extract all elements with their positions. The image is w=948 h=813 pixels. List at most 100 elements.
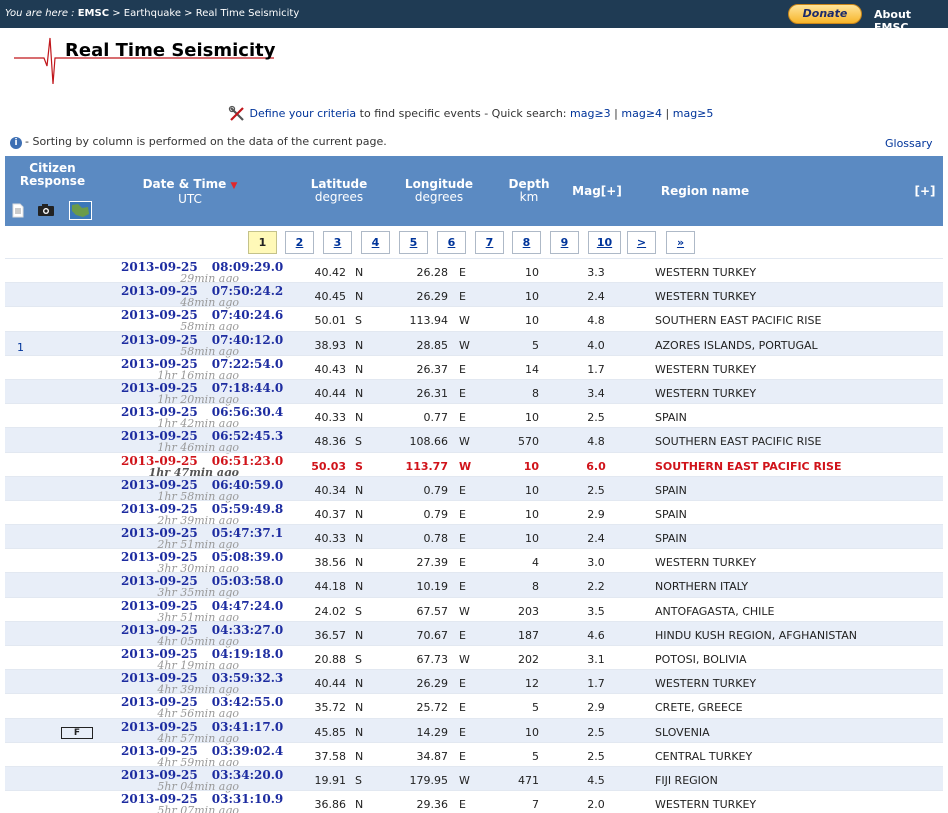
- event-depth: 5: [532, 749, 539, 763]
- event-latitude: 40.37: [314, 507, 347, 521]
- event-row[interactable]: 2013-09-25 04:19:18.0 4hr 19min ago 20.88 S 6…: [5, 645, 943, 672]
- page-button-4[interactable]: 4: [361, 231, 390, 254]
- col-depth[interactable]: Depth km: [503, 178, 555, 204]
- event-row[interactable]: 2013-09-25 05:08:39.0 3hr 30min ago 38.56 N 2…: [5, 548, 943, 575]
- event-lon-hemisphere: E: [459, 677, 466, 691]
- about-emsc-link[interactable]: About EMSC: [874, 8, 948, 34]
- event-magnitude: 1.7: [587, 362, 605, 376]
- event-row[interactable]: 2013-09-25 07:18:44.0 1hr 20min ago 40.44 N 2…: [5, 378, 943, 406]
- event-depth: 4: [532, 556, 539, 570]
- event-row[interactable]: 2013-09-25 07:40:24.6 58min ago 50.01 S 113.9…: [5, 306, 943, 333]
- event-latitude: 40.34: [314, 483, 347, 497]
- event-row[interactable]: 2013-09-25 06:51:23.0 1hr 47min ago 50.03 S 1…: [5, 451, 943, 479]
- event-depth: 7: [532, 798, 539, 812]
- citizen-response-count[interactable]: 1: [17, 341, 24, 354]
- col-longitude[interactable]: Longitude degrees: [397, 178, 481, 204]
- event-row[interactable]: 2013-09-25 07:22:54.0 1hr 16min ago 40.43 N 2…: [5, 354, 943, 382]
- quick-search-mag5[interactable]: mag≥5: [673, 107, 714, 120]
- event-lat-hemisphere: N: [355, 532, 364, 546]
- event-row[interactable]: F 2013-09-25 03:41:17.0 4hr 57min ago 45.85 N…: [5, 717, 943, 745]
- event-row[interactable]: 2013-09-25 05:47:37.1 2hr 51min ago 40.33 N 0…: [5, 524, 943, 551]
- page-button-6[interactable]: 6: [437, 231, 466, 254]
- page-logo: Real Time Seismicity: [14, 36, 276, 86]
- event-row[interactable]: 1 2013-09-25 07:40:12.0 58min ago 38.93 N 28.8…: [5, 330, 943, 358]
- event-region: CENTRAL TURKEY: [655, 749, 753, 763]
- event-depth: 10: [525, 725, 539, 739]
- page-button-7[interactable]: 7: [475, 231, 504, 254]
- event-latitude: 19.91: [314, 773, 347, 787]
- event-lon-hemisphere: E: [459, 483, 466, 497]
- event-longitude: 108.66: [409, 435, 449, 449]
- event-latitude: 40.44: [314, 386, 347, 400]
- col-citizen-response[interactable]: Citizen Response: [15, 162, 90, 188]
- col-utc-label: UTC: [178, 192, 202, 206]
- col-magnitude[interactable]: Mag[+]: [567, 185, 627, 198]
- event-depth: 14: [525, 362, 539, 376]
- event-magnitude: 2.4: [587, 532, 605, 546]
- event-magnitude: 4.8: [587, 435, 605, 449]
- event-region: WESTERN TURKEY: [655, 798, 757, 812]
- page-button-10[interactable]: 10: [588, 231, 621, 254]
- event-row[interactable]: 2013-09-25 06:52:45.3 1hr 46min ago 48.36 S 1…: [5, 427, 943, 454]
- event-magnitude: 1.7: [587, 677, 605, 691]
- event-row[interactable]: 2013-09-25 04:33:27.0 4hr 05min ago 36.57 N 7…: [5, 620, 943, 648]
- felt-report-badge[interactable]: F: [61, 726, 93, 739]
- event-row[interactable]: 2013-09-25 03:39:02.4 4hr 59min ago 37.58 N 3…: [5, 741, 943, 769]
- page-button-3[interactable]: 3: [323, 231, 352, 254]
- breadcrumb-trail[interactable]: > Earthquake > Real Time Seismicity: [109, 8, 299, 19]
- page-button-12[interactable]: »: [666, 231, 695, 254]
- event-row[interactable]: 2013-09-25 06:40:59.0 1hr 58min ago 40.34 N 0…: [5, 475, 943, 503]
- expand-columns-button[interactable]: [+]: [910, 185, 940, 198]
- event-row[interactable]: 2013-09-25 07:50:24.2 48min ago 40.45 N 26.29…: [5, 282, 943, 309]
- define-criteria-link[interactable]: Define your criteria: [250, 107, 357, 120]
- event-row[interactable]: 2013-09-25 03:59:32.3 4hr 39min ago 40.44 N 2…: [5, 669, 943, 696]
- map-icon[interactable]: [69, 201, 92, 220]
- glossary-link[interactable]: Glossary: [885, 137, 933, 150]
- event-region: WESTERN TURKEY: [655, 290, 757, 304]
- event-lon-hemisphere: W: [459, 773, 470, 787]
- separator: |: [610, 107, 622, 120]
- page-button-2[interactable]: 2: [285, 231, 314, 254]
- event-longitude: 0.79: [423, 483, 449, 497]
- event-longitude: 113.77: [405, 459, 448, 473]
- event-lat-hemisphere: N: [355, 266, 364, 279]
- event-region: ANTOFAGASTA, CHILE: [655, 604, 775, 618]
- event-region: SPAIN: [655, 411, 687, 425]
- event-row[interactable]: 2013-09-25 06:56:30.4 1hr 42min ago 40.33 N 0…: [5, 403, 943, 430]
- quick-search-mag4[interactable]: mag≥4: [621, 107, 662, 120]
- event-row[interactable]: 2013-09-25 04:47:24.0 3hr 51min ago 24.02 S 6…: [5, 596, 943, 624]
- event-row[interactable]: 2013-09-25 05:03:58.0 3hr 35min ago 44.18 N 1…: [5, 572, 943, 599]
- event-depth: 187: [518, 628, 539, 642]
- page-button-1[interactable]: 1: [248, 231, 277, 254]
- event-magnitude: 4.0: [587, 338, 605, 352]
- event-lon-hemisphere: E: [459, 725, 466, 739]
- event-lat-hemisphere: N: [355, 411, 364, 425]
- donate-button[interactable]: Donate: [788, 4, 862, 24]
- col-latitude[interactable]: Latitude degrees: [299, 178, 379, 204]
- event-row[interactable]: 2013-09-25 05:59:49.8 2hr 39min ago 40.37 N 0…: [5, 499, 943, 527]
- page-button-5[interactable]: 5: [399, 231, 428, 254]
- event-lon-hemisphere: E: [459, 798, 466, 812]
- event-row[interactable]: 2013-09-25 03:34:20.0 5hr 04min ago 19.91 S 1…: [5, 765, 943, 793]
- event-region: FIJI REGION: [655, 773, 718, 787]
- document-icon[interactable]: [12, 203, 24, 218]
- event-longitude: 28.85: [416, 338, 449, 352]
- event-row[interactable]: 2013-09-25 03:42:55.0 4hr 56min ago 35.72 N 2…: [5, 693, 943, 720]
- event-magnitude: 3.4: [587, 386, 605, 400]
- event-region: WESTERN TURKEY: [655, 266, 757, 279]
- camera-icon[interactable]: [37, 203, 55, 217]
- quick-search-mag3[interactable]: mag≥3: [570, 107, 611, 120]
- breadcrumb-root-link[interactable]: EMSC: [78, 8, 109, 19]
- page-button-9[interactable]: 9: [550, 231, 579, 254]
- col-region[interactable]: Region name: [655, 185, 755, 198]
- tools-icon: [228, 105, 244, 121]
- page-button-11[interactable]: >: [627, 231, 656, 254]
- page-button-8[interactable]: 8: [512, 231, 541, 254]
- event-depth: 202: [518, 653, 539, 666]
- event-lon-hemisphere: E: [459, 411, 466, 425]
- col-datetime[interactable]: Date & Time ▼ UTC: [135, 178, 245, 206]
- event-latitude: 37.58: [314, 749, 347, 763]
- event-row[interactable]: 2013-09-25 03:31:10.9 5hr 07min ago 36.86 N 2…: [5, 790, 943, 813]
- event-latitude: 40.33: [314, 411, 347, 425]
- event-row[interactable]: 2013-09-25 08:09:29.0 29min ago 40.42 N 26.28…: [5, 258, 943, 285]
